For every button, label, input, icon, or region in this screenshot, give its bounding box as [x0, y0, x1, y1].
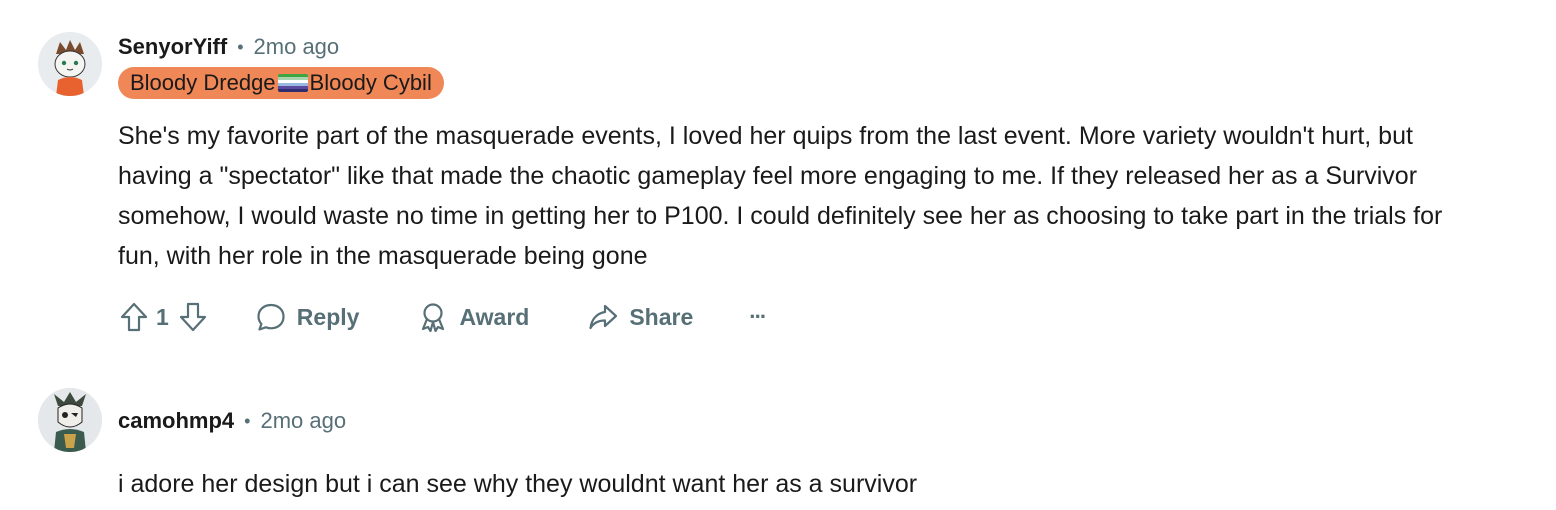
user-avatar[interactable]: [38, 32, 102, 96]
comment-actions: 1 Reply Award Share ···: [118, 297, 767, 337]
reply-button[interactable]: Reply: [255, 301, 360, 333]
comment-body: She's my favorite part of the masquerade…: [118, 122, 1443, 270]
flair-right-text: Bloody Cybil: [309, 70, 432, 95]
avatar-icon: [38, 32, 102, 96]
comment-bubble-icon: [255, 301, 287, 333]
flag-icon: [277, 74, 308, 92]
award-label: Award: [459, 303, 530, 330]
comment-meta: camohmp4 • 2mo ago: [118, 406, 346, 436]
share-icon: [587, 301, 619, 333]
comment-1: SenyorYiff • 2mo ago Bloody Dredge Blood…: [0, 0, 1556, 360]
upvote-icon: [118, 301, 150, 333]
username[interactable]: SenyorYiff: [118, 34, 227, 60]
more-icon: ···: [749, 304, 767, 329]
comment-meta: SenyorYiff • 2mo ago: [118, 32, 339, 62]
upvote-button[interactable]: [118, 301, 150, 333]
meta-separator: •: [237, 36, 244, 57]
username[interactable]: camohmp4: [118, 408, 234, 434]
user-flair: Bloody Dredge Bloody Cybil: [118, 67, 444, 99]
share-button[interactable]: Share: [587, 301, 693, 333]
comment-body: i adore her design but i can see why the…: [118, 470, 918, 498]
avatar-icon: [38, 388, 102, 452]
comment-2: camohmp4 • 2mo ago i adore her design bu…: [0, 360, 1556, 510]
more-options-button[interactable]: ···: [749, 304, 767, 330]
downvote-button[interactable]: [177, 301, 209, 333]
downvote-icon: [177, 301, 209, 333]
user-avatar[interactable]: [38, 388, 102, 452]
meta-separator: •: [244, 410, 251, 431]
award-button[interactable]: Award: [417, 301, 529, 333]
share-label: Share: [629, 303, 694, 330]
award-icon: [417, 301, 449, 333]
vote-count: 1: [156, 303, 169, 330]
timestamp[interactable]: 2mo ago: [260, 408, 346, 434]
timestamp[interactable]: 2mo ago: [254, 34, 340, 60]
reply-label: Reply: [296, 303, 360, 330]
flair-left-text: Bloody Dredge: [130, 70, 276, 95]
